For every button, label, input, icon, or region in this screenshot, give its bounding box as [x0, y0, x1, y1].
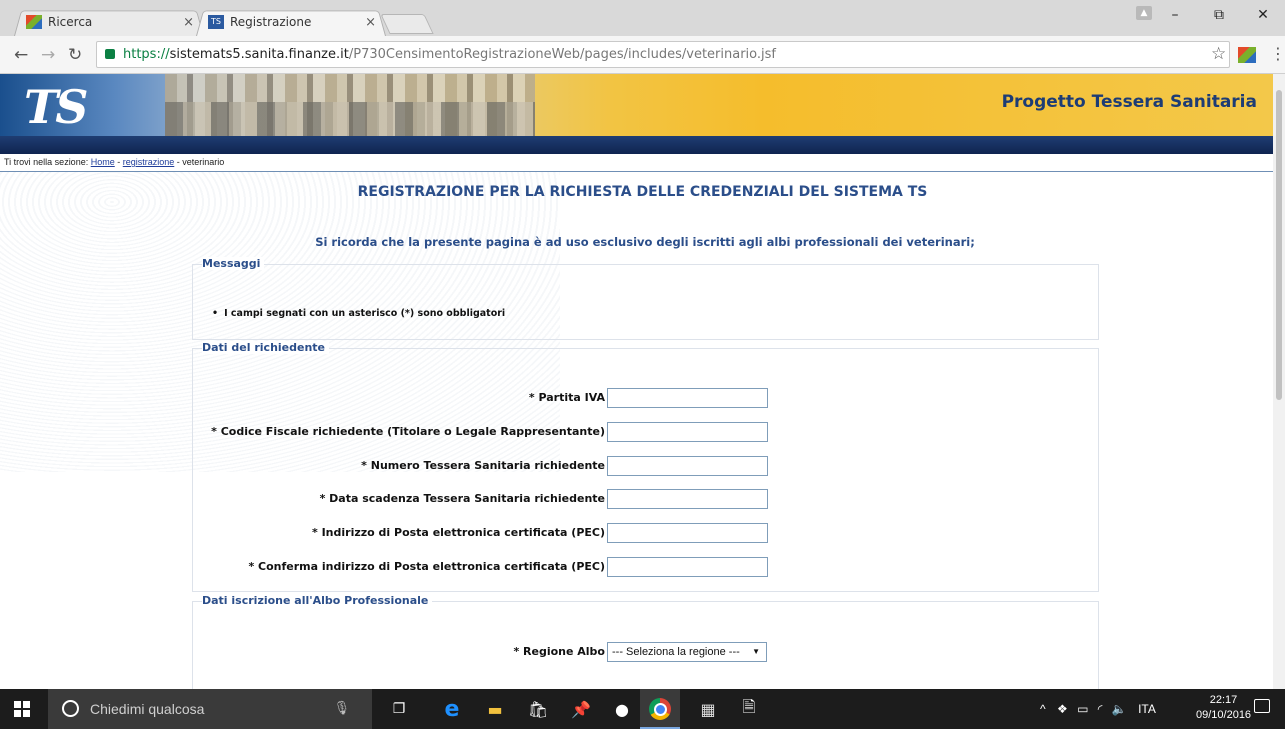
search-placeholder: Chiedimi qualcosa [90, 701, 205, 717]
store-icon[interactable]: 🛍 [527, 698, 549, 720]
numero-tessera-label: * Numero Tessera Sanitaria richiedente [361, 459, 605, 472]
forward-arrow-icon[interactable]: → [41, 45, 55, 65]
volume-icon[interactable]: 🔈 [1112, 702, 1127, 716]
page-title: REGISTRAZIONE PER LA RICHIESTA DELLE CRE… [357, 184, 928, 200]
codice-fiscale-input[interactable] [607, 422, 768, 442]
ts-favicon-icon: TS [208, 15, 224, 29]
minimize-button[interactable]: – [1153, 0, 1197, 30]
task-view-icon[interactable]: ❐ [388, 698, 410, 720]
web-page: TS Progetto Tessera Sanitaria Ti trovi n… [0, 74, 1273, 689]
file-explorer-icon[interactable]: ▬ [484, 698, 506, 720]
pec-input[interactable] [607, 523, 768, 543]
extension-icon[interactable] [1238, 47, 1256, 63]
form-row-regione-albo: * Regione Albo --- Seleziona la regione … [192, 642, 792, 662]
taskbar-search[interactable]: Chiedimi qualcosa 🎙 [48, 689, 372, 729]
albo-legend: Dati iscrizione all'Albo Professionale [202, 594, 433, 607]
language-indicator[interactable]: ITA [1138, 702, 1156, 716]
richiedente-legend: Dati del richiedente [202, 341, 330, 354]
tab-registrazione[interactable]: TS Registrazione × [196, 8, 386, 36]
conferma-pec-label: * Conferma indirizzo di Posta elettronic… [248, 560, 605, 573]
pin-app-icon[interactable]: 📌 [570, 698, 592, 720]
ts-logo: TS [24, 80, 88, 134]
form-row-numero-tessera: * Numero Tessera Sanitaria richiedente [192, 456, 792, 476]
address-bar[interactable]: https://sistemats5.sanita.finanze.it/P73… [96, 41, 1230, 68]
form-row-data-scadenza: * Data scadenza Tessera Sanitaria richie… [192, 489, 792, 509]
notepad-icon[interactable]: 🗎 [738, 697, 760, 720]
partita-iva-input[interactable] [607, 388, 768, 408]
browser-tab-strip: Ricerca × TS Registrazione × ▲ – ⧉ ✕ [0, 0, 1285, 36]
form-row-conferma-pec: * Conferma indirizzo di Posta elettronic… [192, 557, 792, 577]
conferma-pec-input[interactable] [607, 557, 768, 577]
ricerca-favicon-icon [26, 15, 42, 29]
data-scadenza-label: * Data scadenza Tessera Sanitaria richie… [319, 492, 605, 505]
regione-albo-label: * Regione Albo [513, 645, 605, 658]
data-scadenza-input[interactable] [607, 489, 768, 509]
tray-expand-icon[interactable]: ^ [1040, 702, 1046, 716]
contacts-app-icon[interactable]: ● [611, 698, 633, 720]
partita-iva-label: * Partita IVA [528, 391, 605, 404]
reload-icon[interactable]: ↻ [68, 45, 82, 65]
tab-close-icon[interactable]: × [365, 15, 376, 30]
microphone-icon[interactable]: 🎙 [333, 701, 350, 716]
dropbox-icon[interactable]: ❖ [1057, 702, 1068, 716]
codice-fiscale-label: * Codice Fiscale richiedente (Titolare o… [211, 425, 605, 438]
form-row-pec: * Indirizzo di Posta elettronica certifi… [192, 523, 792, 543]
clock-time: 22:17 [1209, 694, 1238, 706]
url-path: /P730CensimentoRegistrazioneWeb/pages/in… [348, 47, 776, 62]
url-scheme: https:// [123, 47, 170, 62]
breadcrumb-registrazione-link[interactable]: registrazione [123, 157, 175, 167]
clock-date: 09/10/2016 [1196, 709, 1252, 721]
breadcrumb-prefix: Ti trovi nella sezione: [4, 157, 89, 167]
dropdown-arrow-icon: ▼ [752, 647, 760, 656]
breadcrumb-current: veterinario [182, 157, 225, 167]
regione-albo-select[interactable]: --- Seleziona la regione --- ▼ [607, 642, 767, 662]
bookmark-star-icon[interactable]: ☆ [1211, 44, 1226, 64]
banner-bar [0, 136, 1273, 154]
breadcrumb: Ti trovi nella sezione: Home - registraz… [4, 157, 224, 167]
tab-title: Ricerca [48, 15, 93, 29]
chrome-icon[interactable] [649, 698, 671, 720]
cortana-icon [62, 700, 79, 717]
pec-label: * Indirizzo di Posta elettronica certifi… [312, 526, 605, 539]
menu-dots-icon[interactable]: ⋮ [1270, 44, 1285, 63]
taskbar-clock[interactable]: 22:17 09/10/2016 [1196, 693, 1251, 723]
edge-icon[interactable]: e [441, 697, 463, 722]
url-host: sistemats5.sanita.finanze.it [169, 47, 349, 62]
form-row-partita-iva: * Partita IVA [192, 388, 792, 408]
close-window-button[interactable]: ✕ [1241, 0, 1285, 30]
profile-icon[interactable]: ▲ [1136, 6, 1152, 20]
lock-icon [105, 49, 115, 59]
network-icon[interactable]: ▭ [1077, 702, 1088, 716]
breadcrumb-home-link[interactable]: Home [91, 157, 115, 167]
windows-taskbar: Chiedimi qualcosa 🎙 ❐ e ▬ 🛍 📌 ● ▦ 🗎 ^ ❖ … [0, 689, 1285, 729]
page-scrollbar[interactable] [1273, 74, 1285, 689]
calculator-icon[interactable]: ▦ [697, 698, 719, 720]
page-notice: Si ricorda che la presente pagina è ad u… [315, 235, 975, 249]
tab-title: Registrazione [230, 15, 312, 29]
form-row-codice-fiscale: * Codice Fiscale richiedente (Titolare o… [192, 422, 792, 442]
back-arrow-icon[interactable]: ← [14, 45, 28, 65]
wifi-icon[interactable]: ◜ [1098, 702, 1103, 716]
messages-fieldset [192, 264, 1099, 340]
messages-legend: Messaggi [202, 257, 265, 270]
breadcrumb-separator: - [114, 157, 123, 167]
tab-ricerca[interactable]: Ricerca × [14, 8, 204, 36]
numero-tessera-input[interactable] [607, 456, 768, 476]
new-tab-button[interactable] [380, 14, 434, 34]
regione-selected-value: --- Seleziona la regione --- [612, 646, 740, 658]
tab-close-icon[interactable]: × [183, 15, 194, 30]
windows-start-icon[interactable] [14, 701, 30, 717]
site-banner: TS Progetto Tessera Sanitaria [0, 74, 1273, 136]
system-tray: ^ ❖ ▭ ◜ 🔈 ITA [1040, 702, 1156, 716]
site-title: Progetto Tessera Sanitaria [1001, 92, 1257, 112]
browser-toolbar: ← → ↻ https://sistemats5.sanita.finanze.… [0, 36, 1285, 74]
scrollbar-thumb[interactable] [1276, 90, 1282, 400]
maximize-button[interactable]: ⧉ [1197, 0, 1241, 30]
window-controls: – ⧉ ✕ [1153, 0, 1285, 30]
message-item: I campi segnati con un asterisco (*) son… [212, 308, 505, 319]
action-center-icon[interactable] [1254, 699, 1270, 713]
